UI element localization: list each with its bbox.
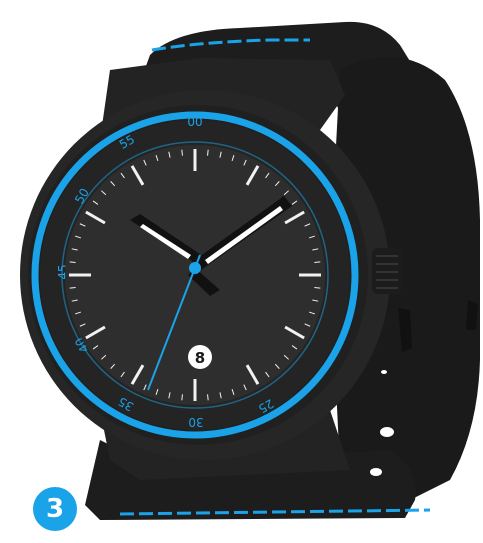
- strap-hole: [380, 427, 394, 437]
- step-number-badge: 3: [33, 487, 77, 531]
- minute-marker: [207, 149, 209, 156]
- strap-hole: [381, 370, 387, 374]
- date-value: 8: [195, 349, 205, 367]
- minute-marker: [314, 287, 321, 289]
- bezel-number: 00: [187, 115, 202, 129]
- minute-marker: [207, 394, 209, 401]
- crown-icon: [372, 248, 402, 294]
- minute-marker: [69, 287, 76, 289]
- bezel-number: 30: [188, 415, 203, 429]
- minute-marker: [181, 394, 183, 401]
- strap-hole: [370, 468, 382, 476]
- minute-marker: [69, 261, 76, 263]
- date-window: 8: [188, 345, 212, 369]
- minute-marker: [181, 149, 183, 156]
- watch-illustration: 30 25 35 40 45 50 55 00 8: [20, 21, 480, 520]
- hand-pivot: [189, 262, 201, 274]
- minute-marker: [314, 261, 321, 263]
- buckle-prong: [466, 300, 478, 330]
